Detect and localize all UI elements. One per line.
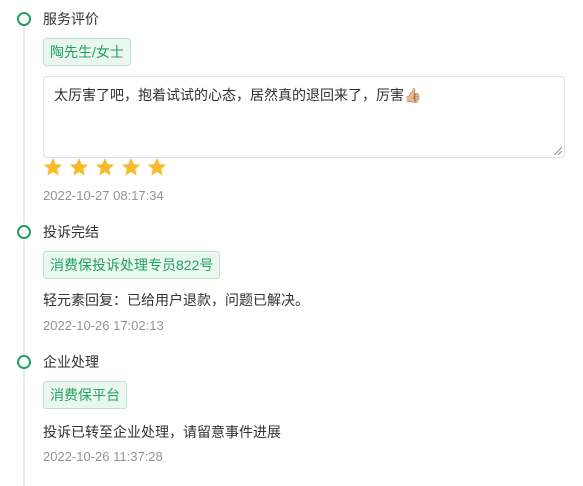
review-comment-text: 太厉害了吧，抱着试试的心态，居然真的退回来了，厉害👍🏼 (54, 87, 422, 103)
author-tag: 陶先生/女士 (43, 38, 131, 66)
star-icon (95, 157, 115, 176)
star-icon (43, 157, 63, 176)
handler-tag: 消费保平台 (43, 381, 127, 409)
star-rating (42, 156, 168, 178)
timestamp: 2022-10-27 08:17:34 (43, 188, 164, 203)
timeline-item-title: 投诉完结 (43, 224, 99, 240)
star-icon (147, 157, 167, 176)
timeline-rail (23, 26, 25, 486)
timestamp: 2022-10-26 11:37:28 (43, 449, 163, 464)
timeline-item-title: 服务评价 (43, 11, 99, 27)
timestamp: 2022-10-26 17:02:13 (43, 318, 164, 333)
star-icon (69, 157, 89, 176)
timeline-node (17, 12, 31, 26)
review-comment-textarea[interactable]: 太厉害了吧，抱着试试的心态，居然真的退回来了，厉害👍🏼 (43, 76, 565, 158)
star-icon (121, 157, 141, 176)
timeline-item-title: 企业处理 (43, 354, 99, 370)
timeline-node (17, 225, 31, 239)
status-text: 投诉已转至企业处理，请留意事件进展 (43, 424, 281, 440)
status-text: 轻元素回复：已给用户退款，问题已解决。 (43, 292, 309, 308)
handler-tag: 消费保投诉处理专员822号 (43, 251, 221, 279)
resize-handle-icon[interactable] (554, 147, 562, 155)
timeline-node (17, 355, 31, 369)
